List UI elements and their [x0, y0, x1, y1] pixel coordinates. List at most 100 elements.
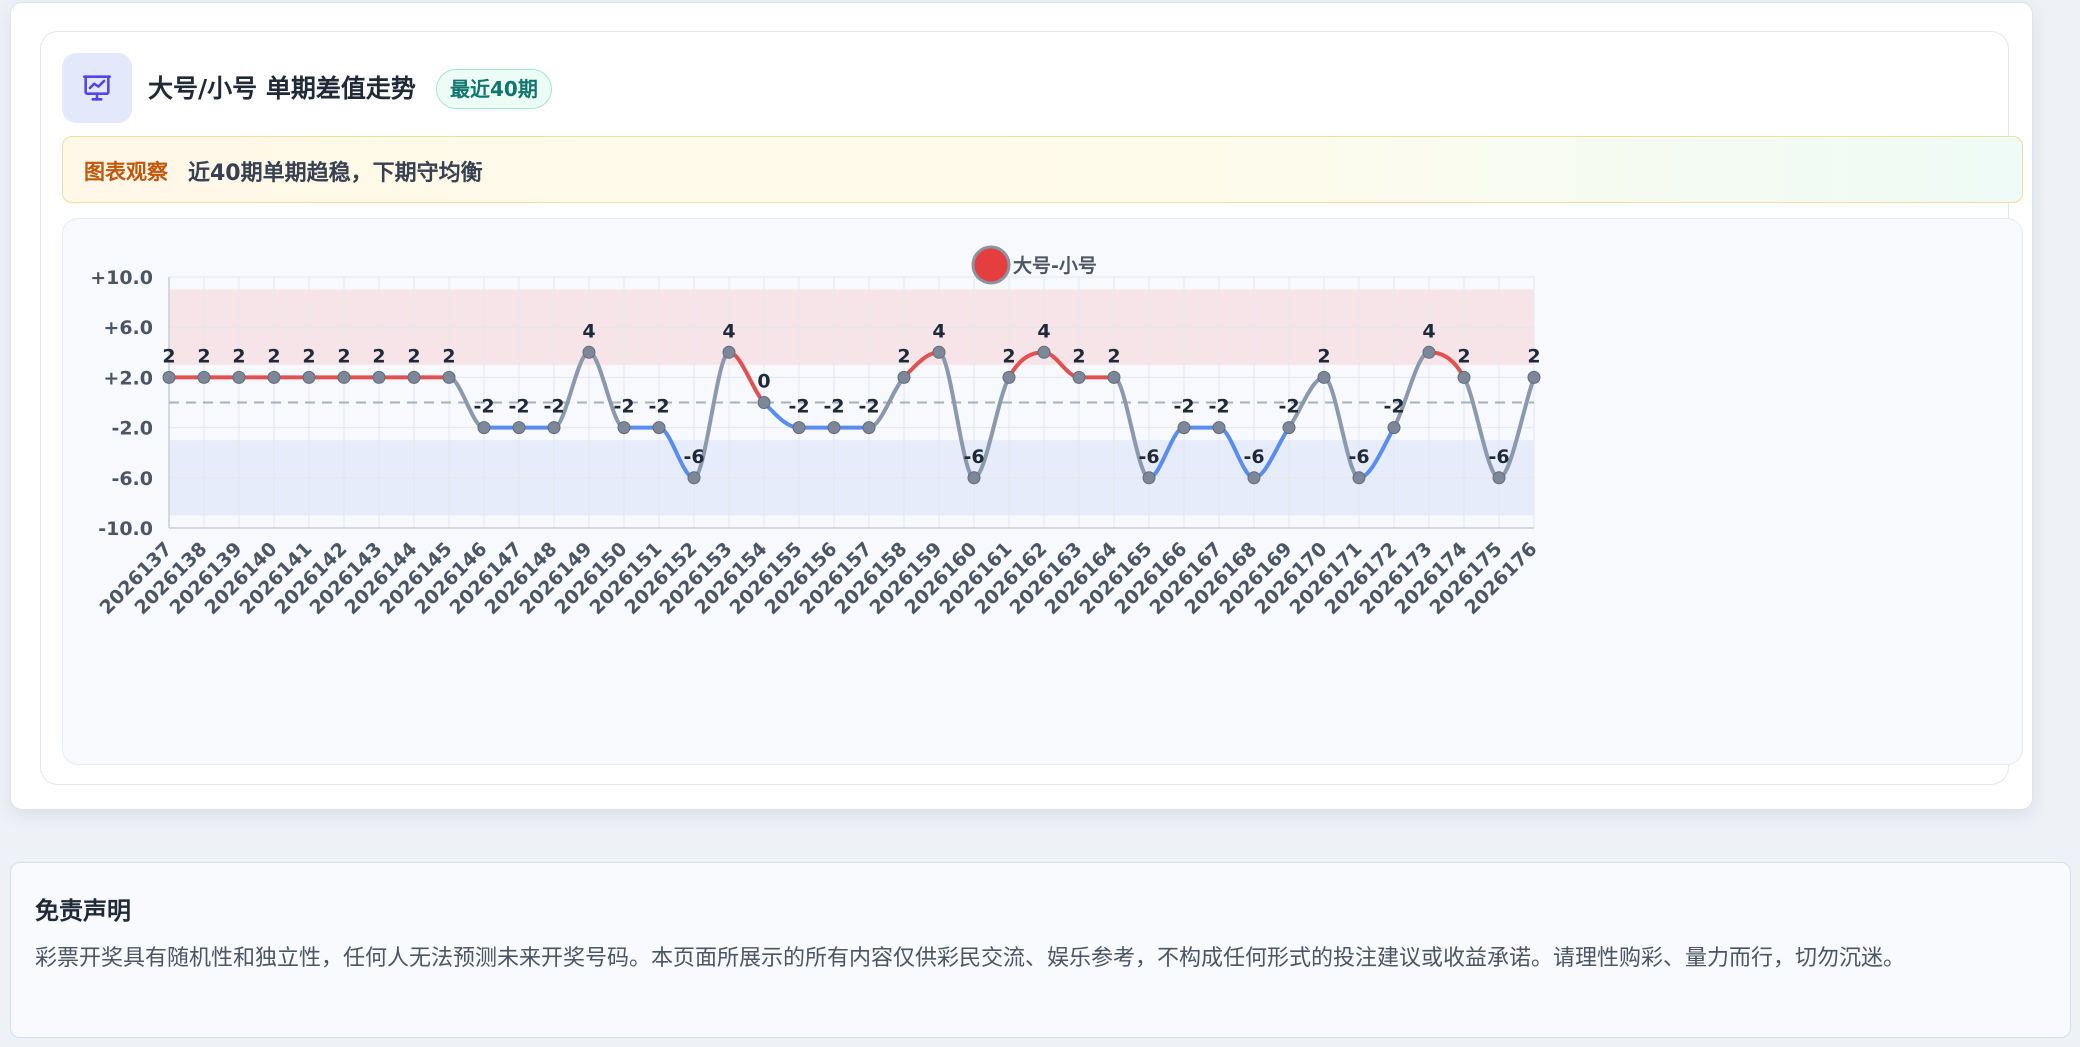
data-label: 4 — [582, 320, 595, 342]
chart-panel: +10.0 +6.0 +2.0 -2.0 -6.0 -10.0 2 2 2 2 2 2 2 2 2 -2 -2-… — [62, 218, 2023, 765]
data-point — [652, 421, 666, 435]
data-point — [1212, 421, 1226, 435]
data-point — [372, 370, 386, 384]
data-point — [267, 370, 281, 384]
data-label: -2 — [1383, 396, 1404, 418]
data-label: -2 — [1208, 396, 1229, 418]
data-point — [162, 370, 176, 384]
trend-card: 大号/小号 单期差值走势 最近40期 图表观察 近40期单期趋稳，下期守均衡 +… — [10, 2, 2033, 810]
data-point — [1177, 421, 1191, 435]
data-label: 2 — [1002, 345, 1015, 367]
data-label: 2 — [232, 345, 245, 367]
y-tick-label: -10.0 — [98, 518, 153, 540]
data-point — [967, 471, 981, 485]
data-point — [617, 421, 631, 435]
data-point — [1527, 370, 1541, 384]
y-tick-label: +6.0 — [103, 317, 153, 339]
trend-chart: +10.0+6.0+2.0-2.0-6.0-10.02 2 2 2 2 2 2 2 2-2 -2-… — [90, 245, 1542, 619]
data-label: 4 — [932, 320, 945, 342]
data-label: 2 — [1457, 345, 1470, 367]
data-point — [197, 370, 211, 384]
data-point — [862, 421, 876, 435]
data-label: -6 — [1488, 446, 1509, 468]
data-point — [1072, 370, 1086, 384]
data-label: -6 — [1138, 446, 1159, 468]
observation-label: 图表观察 — [84, 160, 168, 184]
data-point — [477, 421, 491, 435]
data-label: 2 — [337, 345, 350, 367]
data-label: 2 — [1107, 345, 1120, 367]
data-point — [337, 370, 351, 384]
data-label: -2 — [473, 396, 494, 418]
data-label: 2 — [407, 345, 420, 367]
data-label: -6 — [1243, 446, 1264, 468]
legend: 大号-小号 — [971, 245, 1097, 285]
data-label: -2 — [613, 396, 634, 418]
data-point — [232, 370, 246, 384]
data-label: -6 — [963, 446, 984, 468]
data-label: 4 — [1422, 320, 1435, 342]
data-point — [827, 421, 841, 435]
presentation-chart-icon — [62, 53, 132, 123]
data-label: 4 — [1037, 320, 1050, 342]
data-label: 2 — [1072, 345, 1085, 367]
period-badge: 最近40期 — [436, 69, 552, 109]
data-label: 2 — [1317, 345, 1330, 367]
y-tick-label: +2.0 — [103, 367, 153, 389]
observation-text: 近40期单期趋稳，下期守均衡 — [188, 161, 483, 186]
data-point — [582, 345, 596, 359]
data-point — [897, 370, 911, 384]
data-point — [1457, 370, 1471, 384]
data-point — [687, 471, 701, 485]
data-point — [1002, 370, 1016, 384]
data-point — [1142, 471, 1156, 485]
data-point — [1037, 345, 1051, 359]
data-label: -2 — [508, 396, 529, 418]
observation-banner: 图表观察 近40期单期趋稳，下期守均衡 — [62, 136, 2023, 203]
data-point — [1492, 471, 1506, 485]
data-point — [1282, 421, 1296, 435]
data-point — [1352, 471, 1366, 485]
disclaimer-text: 彩票开奖具有随机性和独立性，任何人无法预测未来开奖号码。本页面所展示的所有内容仅… — [35, 946, 1906, 971]
data-label: -2 — [1173, 396, 1194, 418]
data-point — [1387, 421, 1401, 435]
data-label: 2 — [267, 345, 280, 367]
data-label: 2 — [197, 345, 210, 367]
data-point — [932, 345, 946, 359]
data-point — [407, 370, 421, 384]
data-label: 2 — [372, 345, 385, 367]
data-point — [722, 345, 736, 359]
chart-card: 大号/小号 单期差值走势 最近40期 图表观察 近40期单期趋稳，下期守均衡 +… — [40, 31, 2023, 785]
data-label: -2 — [543, 396, 564, 418]
data-point — [1107, 370, 1121, 384]
data-point — [1317, 370, 1331, 384]
data-point — [792, 421, 806, 435]
y-tick-label: -2.0 — [111, 418, 153, 440]
data-label: 2 — [1527, 345, 1540, 367]
data-label: 0 — [757, 371, 770, 393]
data-label: 2 — [162, 345, 175, 367]
data-label: -2 — [823, 396, 844, 418]
legend-label: 大号-小号 — [1013, 254, 1097, 277]
data-label: 2 — [897, 345, 910, 367]
disclaimer-title: 免责声明 — [35, 897, 131, 925]
legend-marker — [971, 245, 1011, 285]
data-point — [512, 421, 526, 435]
data-point — [757, 396, 771, 409]
disclaimer-panel: 免责声明 彩票开奖具有随机性和独立性，任何人无法预测未来开奖号码。本页面所展示的… — [10, 862, 2071, 1038]
data-point — [1422, 345, 1436, 359]
data-point — [1247, 471, 1261, 485]
chart-title: 大号/小号 单期差值走势 — [148, 74, 416, 103]
data-label: -6 — [683, 446, 704, 468]
data-label: -6 — [1348, 446, 1369, 468]
data-point — [547, 421, 561, 435]
data-label: -2 — [1278, 396, 1299, 418]
data-point — [442, 370, 456, 384]
data-label: 2 — [442, 345, 455, 367]
data-label: -2 — [648, 396, 669, 418]
data-label: 4 — [722, 320, 735, 342]
data-label: 2 — [302, 345, 315, 367]
y-tick-label: -6.0 — [111, 468, 153, 490]
data-point — [302, 370, 316, 384]
data-label: -2 — [788, 396, 809, 418]
